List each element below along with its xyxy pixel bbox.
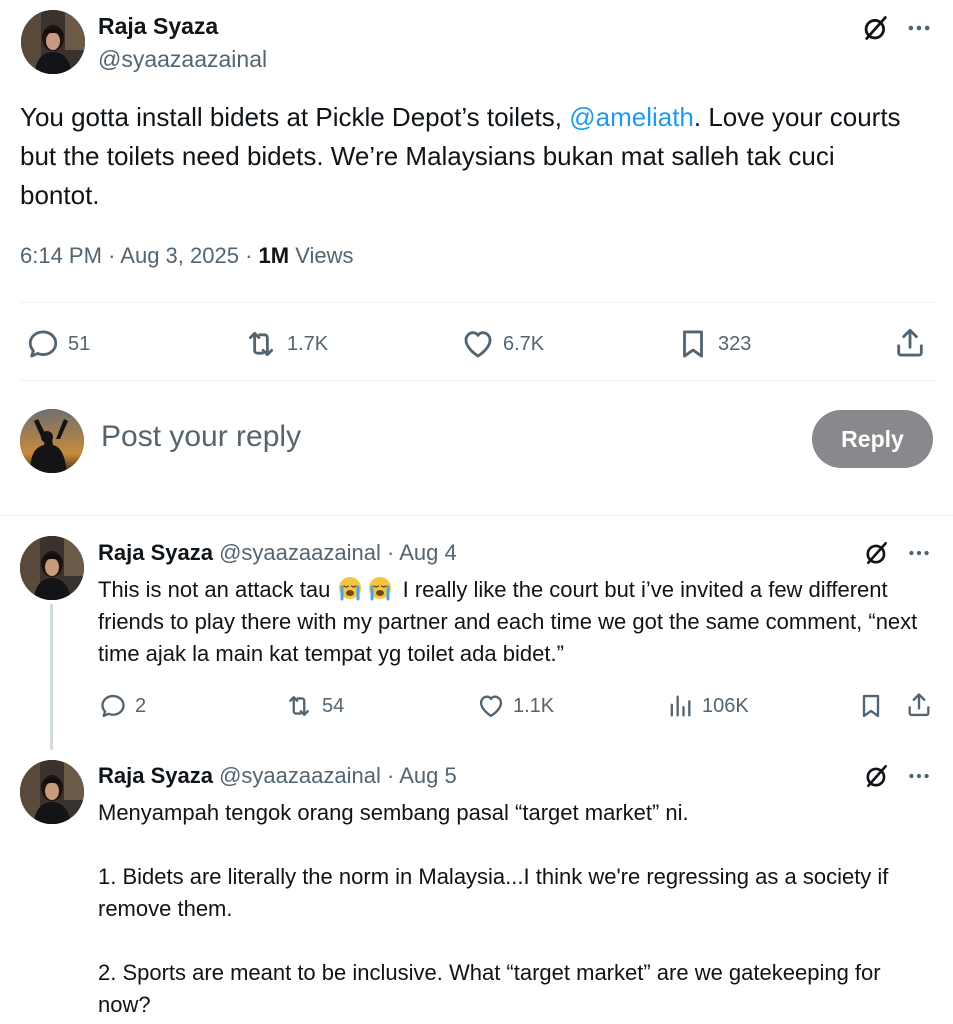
like-button[interactable]: 1.1K bbox=[477, 692, 554, 720]
my-avatar[interactable] bbox=[20, 409, 84, 473]
reply-date[interactable]: Aug 4 bbox=[399, 540, 457, 565]
more-icon[interactable] bbox=[906, 763, 932, 789]
like-button[interactable]: 6.7K bbox=[461, 327, 544, 361]
views-count: 106K bbox=[702, 694, 749, 717]
author-handle[interactable]: @syaazaazainal bbox=[98, 46, 267, 73]
reply-button[interactable]: 2 bbox=[99, 692, 146, 720]
avatar-image bbox=[20, 409, 84, 473]
mention-link[interactable]: @ameliath bbox=[569, 102, 694, 132]
reply-button[interactable]: 51 bbox=[26, 327, 90, 361]
reply-paragraph: Menyampah tengok orang sembang pasal “ta… bbox=[98, 800, 689, 825]
divider bbox=[0, 515, 953, 516]
more-icon[interactable] bbox=[906, 540, 932, 566]
repost-button[interactable]: 54 bbox=[284, 692, 344, 720]
bookmark-button[interactable] bbox=[857, 692, 885, 720]
heart-icon bbox=[477, 692, 505, 720]
reply-text: This is not an attack tau I really like … bbox=[98, 574, 918, 670]
reply-header: Raja Syaza @syaazaazainal · Aug 5 bbox=[98, 763, 457, 789]
views-icon bbox=[666, 692, 694, 720]
like-count: 1.1K bbox=[513, 694, 555, 717]
thread-line bbox=[50, 604, 53, 750]
avatar-image bbox=[21, 10, 85, 74]
reply-submit-button[interactable]: Reply bbox=[812, 410, 933, 468]
bookmark-button[interactable]: 323 bbox=[676, 327, 751, 361]
like-count: 6.7K bbox=[503, 332, 545, 355]
reply-count: 2 bbox=[135, 694, 147, 717]
views-button[interactable]: 106K bbox=[666, 692, 749, 720]
tweet-meta: 6:14 PM · Aug 3, 2025 · 1M Views bbox=[20, 243, 354, 269]
meta-separator: · bbox=[386, 540, 395, 565]
meta-separator: · bbox=[386, 763, 395, 788]
views-count: 1M bbox=[258, 243, 290, 268]
tweet-text-part: You gotta install bidets at Pickle Depot… bbox=[20, 102, 570, 132]
author-avatar[interactable] bbox=[21, 10, 85, 74]
reply-text-part: This is not an attack tau bbox=[98, 577, 331, 602]
reply-author-handle[interactable]: @syaazaazainal bbox=[219, 763, 381, 788]
repost-count: 54 bbox=[322, 694, 345, 717]
more-icon[interactable] bbox=[905, 14, 933, 42]
reply-header: Raja Syaza @syaazaazainal · Aug 4 bbox=[98, 540, 457, 566]
reply-date[interactable]: Aug 5 bbox=[399, 763, 457, 788]
author-name[interactable]: Raja Syaza bbox=[98, 13, 218, 40]
reply-author-avatar[interactable] bbox=[20, 760, 84, 824]
grok-icon[interactable] bbox=[864, 540, 890, 566]
reply-icon bbox=[99, 692, 127, 720]
bookmark-icon bbox=[857, 692, 885, 720]
tweet-date[interactable]: Aug 3, 2025 bbox=[120, 243, 239, 268]
reply-author-name[interactable]: Raja Syaza bbox=[98, 540, 213, 565]
grok-icon[interactable] bbox=[864, 763, 890, 789]
reply-paragraph: 1. Bidets are literally the norm in Mala… bbox=[98, 864, 889, 921]
repost-button[interactable]: 1.7K bbox=[243, 327, 328, 361]
avatar-image bbox=[20, 536, 84, 600]
bookmark-count: 323 bbox=[718, 332, 752, 355]
crying-face-emoji bbox=[336, 575, 364, 601]
crying-face-emoji bbox=[366, 575, 394, 601]
grok-icon[interactable] bbox=[862, 14, 890, 42]
reply-count: 51 bbox=[68, 332, 91, 355]
avatar-image bbox=[20, 760, 84, 824]
divider bbox=[20, 302, 936, 303]
reply-author-name[interactable]: Raja Syaza bbox=[98, 763, 213, 788]
reply-author-handle[interactable]: @syaazaazainal bbox=[219, 540, 381, 565]
meta-separator: · bbox=[245, 243, 253, 268]
reply-input[interactable]: Post your reply bbox=[101, 420, 301, 454]
reply-paragraph: 2. Sports are meant to be inclusive. Wha… bbox=[98, 960, 881, 1017]
tweet-time[interactable]: 6:14 PM bbox=[20, 243, 102, 268]
repost-icon bbox=[243, 327, 279, 361]
share-icon bbox=[905, 691, 933, 719]
heart-icon bbox=[461, 327, 495, 361]
share-icon bbox=[893, 326, 927, 360]
tweet-text: You gotta install bidets at Pickle Depot… bbox=[20, 98, 920, 215]
bookmark-icon bbox=[676, 327, 710, 361]
share-button[interactable] bbox=[893, 326, 927, 360]
share-button[interactable] bbox=[905, 691, 933, 719]
meta-separator: · bbox=[108, 243, 116, 268]
reply-icon bbox=[26, 327, 60, 361]
reply-author-avatar[interactable] bbox=[20, 536, 84, 600]
views-label: Views bbox=[295, 243, 354, 268]
divider bbox=[20, 380, 936, 381]
repost-count: 1.7K bbox=[287, 332, 329, 355]
repost-icon bbox=[284, 692, 314, 720]
